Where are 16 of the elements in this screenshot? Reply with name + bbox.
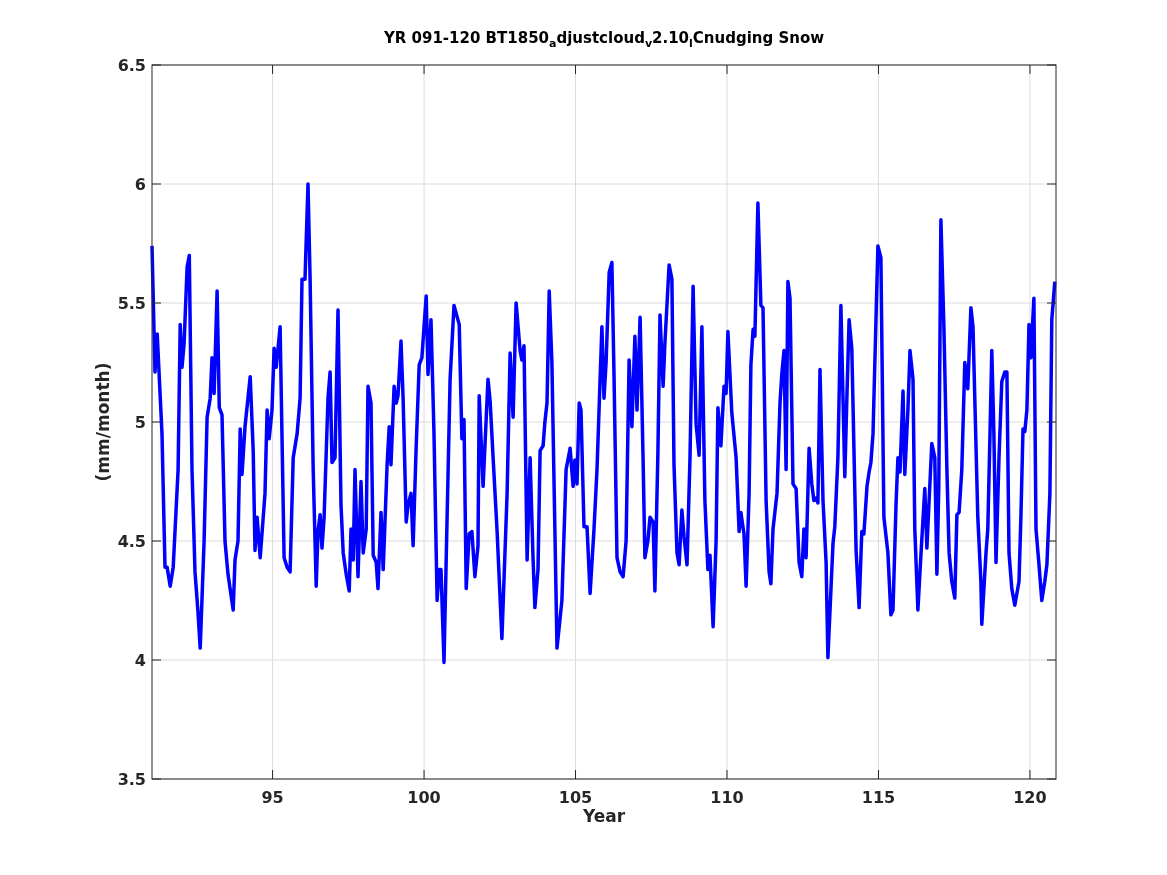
- axis-tick-label: 120: [1013, 788, 1047, 807]
- axis-tick-label: 115: [861, 788, 896, 807]
- axis-title: Year: [582, 806, 626, 826]
- axis-tick-label: 4: [134, 651, 146, 670]
- axis-tick-label: 3.5: [117, 770, 146, 789]
- axis-tick-label: 110: [710, 788, 744, 807]
- axis-tick-label: 6: [134, 175, 146, 194]
- axis-tick-label: 5: [134, 413, 146, 432]
- axis-tick-label: 4.5: [117, 532, 146, 551]
- axis-tick-label: 95: [261, 788, 284, 807]
- axis-tick-label: 105: [558, 788, 593, 807]
- axis-tick-label: 6.5: [117, 58, 146, 75]
- axis-title: (mm/month): [93, 362, 113, 482]
- chart-title: YR 091-120 BT1850$_{a}$djustcloud$_{v}$2.10$_{l}$Cnudging Snow: [383, 28, 825, 52]
- axis-tick-label: 5.5: [117, 294, 146, 313]
- axis-tick-label: 100: [407, 788, 441, 807]
